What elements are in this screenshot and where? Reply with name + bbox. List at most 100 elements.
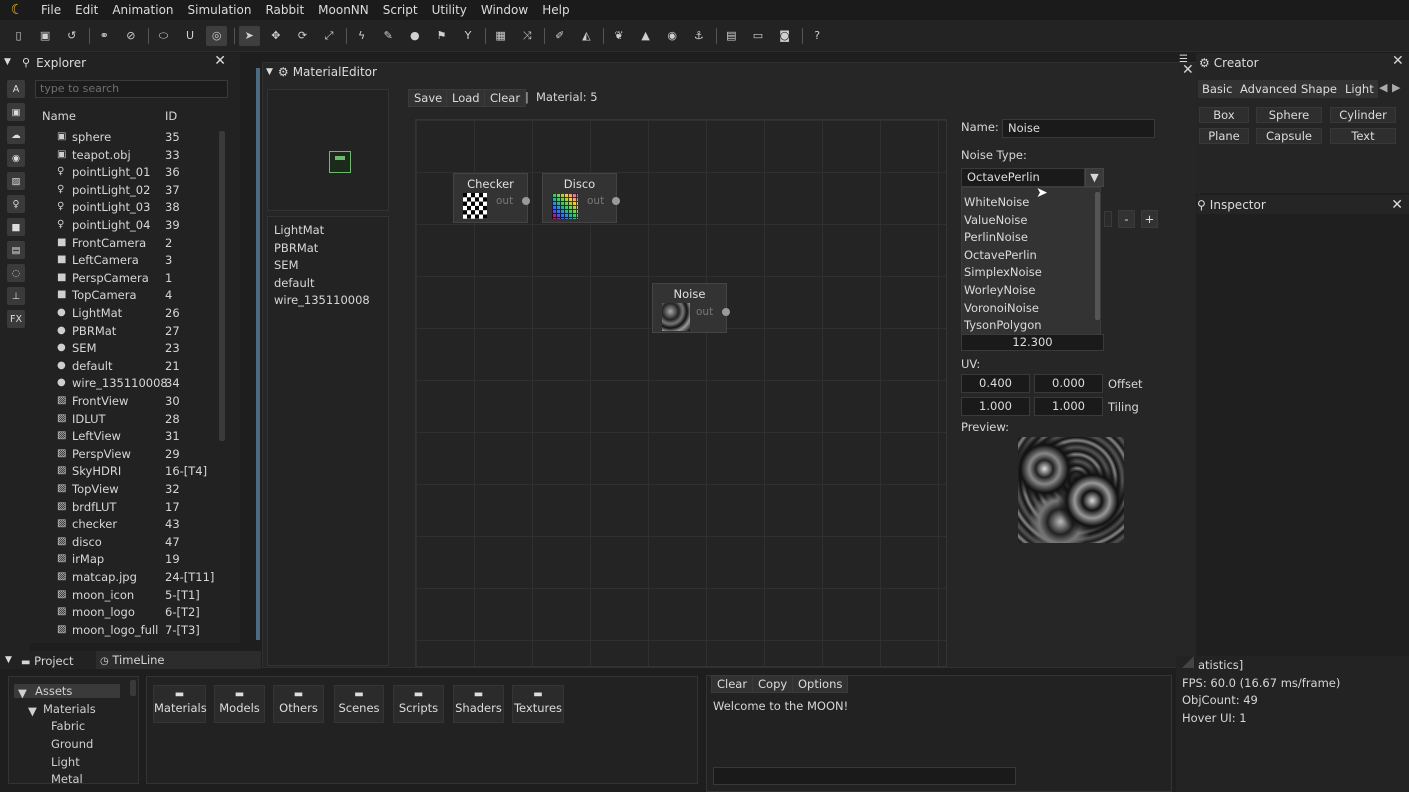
save-button[interactable]: Save <box>408 89 449 107</box>
noise-option[interactable]: OctavePerlin <box>964 248 1037 262</box>
folder-scenes[interactable]: ▬ Scenes <box>334 685 384 723</box>
scale-field[interactable]: 12.300 <box>961 334 1104 351</box>
explorer-row[interactable]: ● default 21 <box>30 358 230 376</box>
explorer-row[interactable]: ■ TopCamera 4 <box>30 287 230 305</box>
tab-basic[interactable]: Basic <box>1198 80 1237 98</box>
lightning-icon[interactable]: ϟ <box>351 26 372 46</box>
explorer-row[interactable]: ● wire_135110008 34 <box>30 375 230 393</box>
eraser-icon[interactable]: ✎ <box>378 26 399 46</box>
leaf-icon[interactable]: ❦ <box>608 26 629 46</box>
noise-node[interactable]: Noise out <box>652 283 730 333</box>
explorer-row[interactable]: ▨ disco 47 <box>30 534 230 552</box>
drop-icon[interactable]: ● <box>404 26 425 46</box>
toggle-icon[interactable]: ⬭ <box>153 26 174 46</box>
explorer-row[interactable]: ▨ irMap 19 <box>30 551 230 569</box>
collapse-icon[interactable]: ▼ <box>5 655 12 665</box>
folder-models[interactable]: ▬ Models <box>214 685 265 723</box>
tab-shape[interactable]: Shape <box>1297 80 1342 98</box>
menu-moonnn[interactable]: MoonNN <box>311 3 376 17</box>
expand-icon[interactable]: ▼ <box>28 704 37 718</box>
cursor-icon[interactable]: ➤ <box>238 25 260 46</box>
checker-node[interactable]: Checker out <box>453 173 530 223</box>
move-icon[interactable]: ✥ <box>265 26 286 46</box>
explorer-row[interactable]: ▨ checker 43 <box>30 516 230 534</box>
menu-utility[interactable]: Utility <box>425 3 474 17</box>
console-input[interactable] <box>713 767 1016 785</box>
explorer-row[interactable]: ♀ pointLight_04 39 <box>30 217 230 235</box>
close-icon[interactable]: ✕ <box>1391 197 1403 213</box>
tab-scroll-right-icon[interactable]: ▶ <box>1392 81 1400 94</box>
explorer-row[interactable]: ● LightMat 26 <box>30 305 230 323</box>
explorer-row[interactable]: ♀ pointLight_01 36 <box>30 164 230 182</box>
grid-icon[interactable]: ▦ <box>490 26 511 46</box>
help-icon[interactable]: ? <box>807 26 828 46</box>
create-cylinder-button[interactable]: Cylinder <box>1330 107 1396 123</box>
folder-others[interactable]: ▬ Others <box>273 685 324 723</box>
create-text-button[interactable]: Text <box>1330 128 1396 144</box>
material-list-item[interactable]: SEM <box>274 258 299 272</box>
column-header-name[interactable]: Name <box>42 109 76 123</box>
material-thumbnail[interactable] <box>329 151 351 173</box>
menu-rabbit[interactable]: Rabbit <box>258 3 311 17</box>
noise-option[interactable]: WhiteNoise <box>964 195 1029 209</box>
decrement-button[interactable]: - <box>1118 210 1135 228</box>
menu-help[interactable]: Help <box>535 3 576 17</box>
name-field[interactable]: Noise <box>1002 119 1155 138</box>
tab-timeline[interactable]: ◷ TimeLine <box>96 651 261 669</box>
offset-x-field[interactable]: 0.400 <box>961 374 1030 393</box>
save-icon[interactable]: ▣ <box>35 26 56 46</box>
tree-item-metal[interactable]: Metal <box>51 772 83 786</box>
link-icon[interactable]: ⚭ <box>94 26 115 46</box>
tree-item-materials[interactable]: Materials <box>43 702 96 716</box>
tab-project[interactable]: ▬ Project <box>21 654 73 668</box>
load-button[interactable]: Load <box>446 89 486 107</box>
noise-option[interactable]: PerlinNoise <box>964 230 1028 244</box>
create-box-button[interactable]: Box <box>1199 107 1249 123</box>
new-file-icon[interactable]: ▯ <box>8 26 29 46</box>
explorer-row[interactable]: ▣ teapot.obj 33 <box>30 147 230 165</box>
tiling-y-field[interactable]: 1.000 <box>1034 397 1103 416</box>
resize-grip[interactable] <box>1182 656 1194 668</box>
shape-tool-icon[interactable]: ◌ <box>7 264 25 282</box>
material-list-item[interactable]: default <box>274 276 314 290</box>
explorer-row[interactable]: ▨ IDLUT 28 <box>30 411 230 429</box>
noise-option[interactable]: ValueNoise <box>964 213 1027 227</box>
folder-scripts[interactable]: ▬ Scripts <box>393 685 444 723</box>
tree-item-light[interactable]: Light <box>51 755 80 769</box>
chevron-down-icon[interactable]: ▼ <box>1085 168 1104 187</box>
explorer-row[interactable]: ▨ moon_logo_full 7-[T3] <box>30 622 230 640</box>
tree-item-fabric[interactable]: Fabric <box>51 719 85 733</box>
unlink-icon[interactable]: ⊘ <box>120 26 141 46</box>
noise-type-select[interactable]: OctavePerlin <box>961 168 1085 187</box>
rotate-icon[interactable]: ⟳ <box>292 26 313 46</box>
target-icon[interactable]: ◎ <box>206 25 228 46</box>
globe-icon[interactable]: ◉ <box>662 26 683 46</box>
explorer-row[interactable]: ● PBRMat 27 <box>30 323 230 341</box>
noise-option[interactable]: TysonPolygon <box>964 318 1042 332</box>
create-plane-button[interactable]: Plane <box>1199 128 1249 144</box>
folder-materials[interactable]: ▬ Materials <box>153 685 207 723</box>
collapse-icon[interactable]: ▼ <box>266 67 273 77</box>
explorer-row[interactable]: ▨ moon_logo 6-[T2] <box>30 604 230 622</box>
scale-icon[interactable]: ⤢ <box>319 26 340 46</box>
explorer-row[interactable]: ♀ pointLight_02 37 <box>30 182 230 200</box>
tab-light[interactable]: Light <box>1341 80 1378 98</box>
document-tool-icon[interactable]: ▤ <box>7 241 25 259</box>
console-options-button[interactable]: Options <box>792 675 849 693</box>
explorer-row[interactable]: ▨ TopView 32 <box>30 481 230 499</box>
bulb-tool-icon[interactable]: ♀ <box>7 195 25 213</box>
mountain-icon[interactable]: ▲ <box>635 26 656 46</box>
dropdown-scrollbar[interactable] <box>1095 192 1100 320</box>
explorer-row[interactable]: ▣ sphere 35 <box>30 129 230 147</box>
column-header-id[interactable]: ID <box>165 109 177 123</box>
noise-option[interactable]: VoronoiNoise <box>964 301 1039 315</box>
shuffle-icon[interactable]: ⤨ <box>517 26 538 46</box>
explorer-row[interactable]: ● SEM 23 <box>30 340 230 358</box>
folder-textures[interactable]: ▬ Textures <box>512 685 564 723</box>
cloud-tool-icon[interactable]: ☁ <box>7 126 25 144</box>
explorer-row[interactable]: ■ LeftCamera 3 <box>30 252 230 270</box>
menu-edit[interactable]: Edit <box>68 3 105 17</box>
explorer-row[interactable]: ▨ matcap.jpg 24-[T11] <box>30 569 230 587</box>
magnet-icon[interactable]: U <box>180 26 201 46</box>
close-icon[interactable]: ✕ <box>214 53 226 69</box>
